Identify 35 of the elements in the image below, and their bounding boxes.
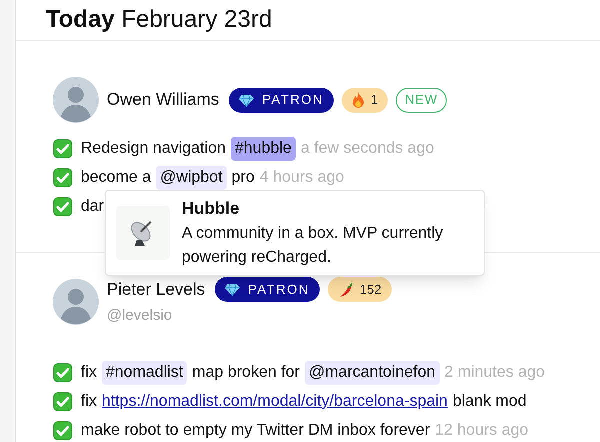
task-text: blank mod bbox=[452, 392, 527, 412]
tag-link[interactable]: @marcantoinefon bbox=[304, 360, 440, 384]
task-text: dar bbox=[81, 196, 104, 216]
patron-badge: PATRON bbox=[215, 277, 320, 302]
diamond-icon bbox=[239, 94, 254, 106]
task-text: make robot to empty my Twitter DM inbox forever bbox=[81, 420, 430, 440]
task-text: fix bbox=[81, 392, 97, 412]
task-text: become a bbox=[81, 168, 152, 188]
tooltip-title: Hubble bbox=[182, 198, 241, 220]
new-badge: NEW bbox=[396, 88, 447, 112]
avatar-silhouette bbox=[53, 77, 99, 123]
url-link[interactable]: https://nomadlist.com/modal/city/barcelona-spain bbox=[102, 390, 448, 414]
timestamp: a few seconds ago bbox=[300, 138, 434, 158]
avatar-silhouette bbox=[53, 279, 99, 325]
task-text: pro bbox=[232, 168, 255, 188]
timestamp: 12 hours ago bbox=[435, 420, 529, 440]
diamond-icon bbox=[225, 283, 240, 296]
task-text: fix bbox=[81, 362, 97, 382]
timestamp: 4 hours ago bbox=[260, 168, 344, 188]
tag-link[interactable]: #hubble bbox=[231, 136, 296, 160]
patron-badge: PATRON bbox=[229, 88, 334, 112]
user-name[interactable]: Pieter Levels bbox=[107, 277, 206, 302]
flame-icon bbox=[352, 92, 366, 108]
count-text: 152 bbox=[360, 281, 382, 299]
page-title: Today February 23rd bbox=[46, 8, 272, 32]
user-name[interactable]: Owen Williams bbox=[107, 87, 220, 113]
tag-link[interactable]: @wipbot bbox=[156, 166, 227, 190]
tag-link[interactable]: #nomadlist bbox=[102, 360, 188, 384]
tooltip-description: A community in a box. MVP currently powering reCharged. bbox=[182, 224, 444, 268]
user-handle: @levelsio bbox=[107, 306, 174, 326]
task-text: map broken for bbox=[192, 362, 300, 382]
count-text: 1 bbox=[371, 91, 378, 110]
task-text: Redesign navigation bbox=[81, 138, 226, 158]
timestamp: 2 minutes ago bbox=[444, 362, 546, 382]
chili-icon bbox=[338, 282, 354, 298]
